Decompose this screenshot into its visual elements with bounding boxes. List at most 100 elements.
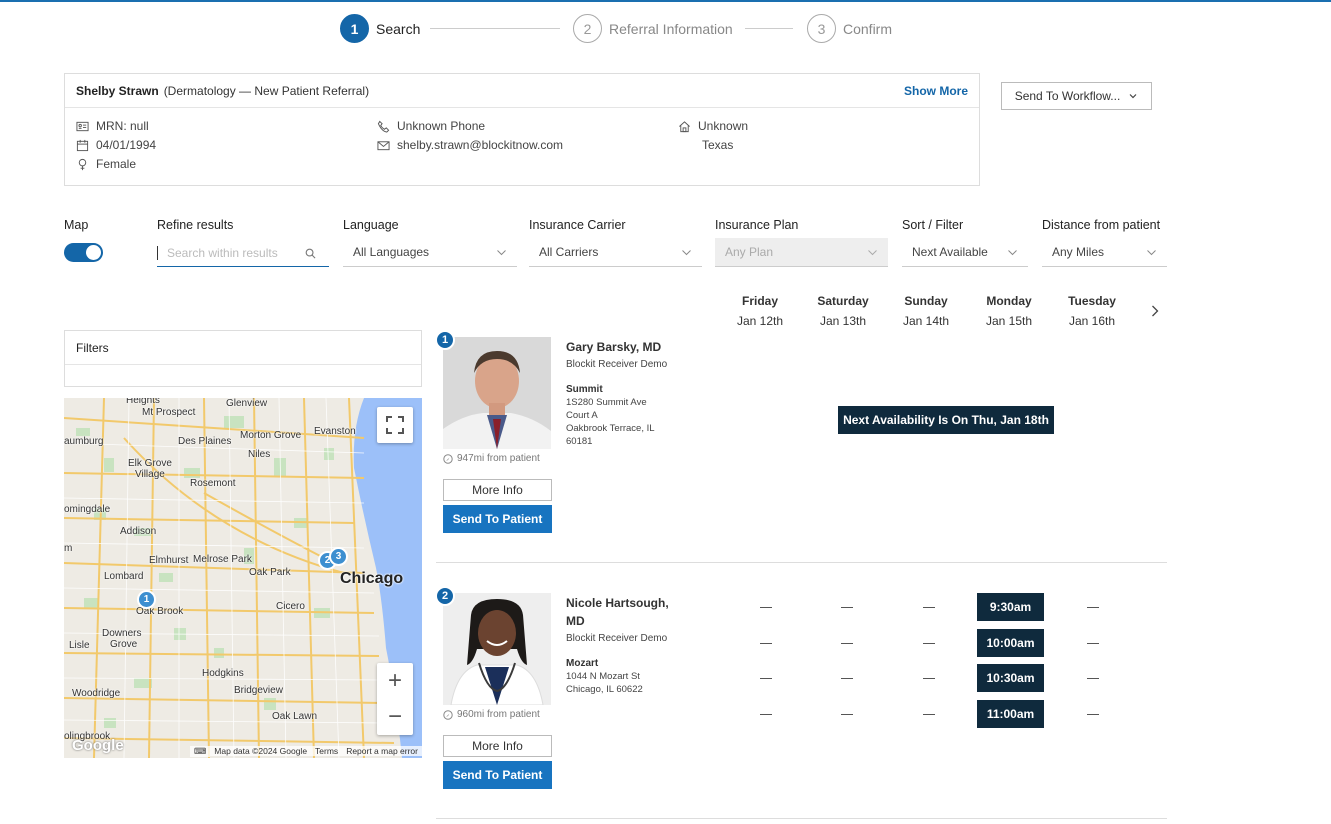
provider-address: 1S280 Summit Ave Court A Oakbrook Terrac… xyxy=(566,396,691,448)
next-availability-button[interactable]: Next Availability Is On Thu, Jan 18th xyxy=(838,406,1054,434)
send-to-workflow-dropdown[interactable]: Send To Workflow... xyxy=(1001,82,1152,110)
filters-title[interactable]: Filters xyxy=(65,331,421,365)
day-date: Jan 16th xyxy=(1068,314,1116,328)
report-map-error-link[interactable]: Report a map error xyxy=(342,746,422,756)
carrier-value: All Carriers xyxy=(539,245,599,259)
language-label: Language xyxy=(343,218,399,232)
time-slot-button[interactable]: 10:30am xyxy=(977,664,1044,692)
day-date: Jan 14th xyxy=(902,314,950,328)
language-select[interactable]: All Languages xyxy=(343,238,517,267)
step-label: Confirm xyxy=(843,20,893,37)
phone-value: Unknown Phone xyxy=(397,119,486,133)
map-data-text: Map data ©2024 Google xyxy=(210,746,312,756)
sort-filter-select[interactable]: Next Available xyxy=(902,238,1028,267)
step-connector xyxy=(430,28,560,29)
step-label: Search xyxy=(376,20,421,37)
insurance-plan-select: Any Plan xyxy=(715,238,888,267)
more-info-button[interactable]: More Info xyxy=(443,735,552,757)
terms-link[interactable]: Terms xyxy=(311,746,343,756)
no-slot-dash xyxy=(841,714,853,715)
provider-name[interactable]: Nicole Hartsough, MD xyxy=(566,594,691,630)
distance-text: 960mi from patient xyxy=(457,709,540,720)
distance-text: 947mi from patient xyxy=(457,453,540,464)
step-confirm[interactable]: 3 Confirm xyxy=(807,14,892,43)
filters-panel: Filters xyxy=(64,330,422,387)
patient-mrn: MRN: null xyxy=(75,119,149,133)
search-icon[interactable] xyxy=(305,248,316,259)
day-date: Jan 12th xyxy=(736,314,784,328)
step-number: 3 xyxy=(807,14,836,43)
day-date: Jan 15th xyxy=(985,314,1033,328)
map-label-chicago: Chicago xyxy=(340,570,404,587)
provider-location: Summit xyxy=(566,384,603,395)
workflow-label: Send To Workflow... xyxy=(1014,89,1121,103)
provider-info: Nicole Hartsough, MD Blockit Receiver De… xyxy=(566,594,691,696)
send-to-patient-button[interactable]: Send To Patient xyxy=(443,505,552,533)
day-name: Saturday xyxy=(817,294,869,308)
map-label: Bridgeview xyxy=(234,685,283,696)
insurance-plan-label: Insurance Plan xyxy=(715,218,799,232)
provider-location: Mozart xyxy=(566,658,599,669)
map-label: Cicero xyxy=(276,601,305,612)
time-slot-button[interactable]: 11:00am xyxy=(977,700,1044,728)
gender-value: Female xyxy=(96,157,137,171)
chevron-down-icon xyxy=(1129,94,1137,99)
provider-name[interactable]: Gary Barsky, MD xyxy=(566,338,691,356)
map-marker[interactable]: 1 xyxy=(137,590,156,609)
zoom-in-button[interactable]: + xyxy=(377,663,413,699)
mail-icon xyxy=(376,138,390,152)
patient-phone: Unknown Phone xyxy=(376,119,485,133)
insurance-carrier-label: Insurance Carrier xyxy=(529,218,626,232)
send-to-patient-button[interactable]: Send To Patient xyxy=(443,761,552,789)
no-slot-dash xyxy=(1087,607,1099,608)
female-icon xyxy=(75,157,89,171)
chevron-right-icon[interactable] xyxy=(1148,304,1162,318)
patient-email: shelby.strawn@blockitnow.com xyxy=(376,138,563,152)
distance-label: Distance from patient xyxy=(1042,218,1161,232)
provider-card: 1 947mi from patient More Info Send To P… xyxy=(435,330,1167,560)
time-slot-button[interactable]: 10:00am xyxy=(977,629,1044,657)
time-slot-button[interactable]: 9:30am xyxy=(977,593,1044,621)
provider-address: 1044 N Mozart St Chicago, IL 60622 xyxy=(566,670,691,696)
sort-filter-label: Sort / Filter xyxy=(902,218,964,232)
divider xyxy=(436,818,1167,819)
more-info-button[interactable]: More Info xyxy=(443,479,552,501)
search-input[interactable] xyxy=(157,246,297,260)
step-connector xyxy=(745,28,793,29)
chevron-down-icon xyxy=(682,249,691,255)
chevron-down-icon xyxy=(1008,249,1017,255)
show-more-link[interactable]: Show More xyxy=(904,84,968,98)
provider-photo xyxy=(443,593,551,705)
map-toggle[interactable] xyxy=(64,243,103,262)
day-header: Friday Jan 12th xyxy=(720,294,800,328)
mrn-value: MRN: null xyxy=(96,119,149,133)
map-label: Elmhurst xyxy=(149,555,189,566)
provider-number-badge: 2 xyxy=(435,586,455,606)
referral-type: (Dermatology — New Patient Referral) xyxy=(163,83,370,98)
insurance-carrier-select[interactable]: All Carriers xyxy=(529,238,702,267)
chevron-down-icon xyxy=(497,249,506,255)
step-label: Referral Information xyxy=(609,20,733,37)
map-label: aumburg xyxy=(64,436,104,447)
provider-organization: Blockit Receiver Demo xyxy=(566,359,668,370)
step-search[interactable]: 1 Search xyxy=(340,14,420,43)
dob-value: 04/01/1994 xyxy=(96,138,157,152)
keyboard-icon[interactable]: ⌨ xyxy=(190,745,211,757)
map-label: Morton Grove xyxy=(240,430,302,441)
fullscreen-icon xyxy=(386,416,404,434)
distance-select[interactable]: Any Miles xyxy=(1042,238,1167,267)
no-slot-dash xyxy=(923,714,935,715)
fullscreen-button[interactable] xyxy=(377,407,413,443)
day-name: Monday xyxy=(986,294,1032,308)
no-slot-dash xyxy=(923,607,935,608)
zoom-out-button[interactable]: − xyxy=(377,699,413,735)
no-slot-dash xyxy=(760,643,772,644)
step-referral-information[interactable]: 2 Referral Information xyxy=(573,14,733,43)
day-name: Tuesday xyxy=(1068,294,1116,308)
map-label: Glenview xyxy=(226,398,268,409)
no-slot-dash xyxy=(923,643,935,644)
map[interactable]: Heights Mt Prospect Glenview aumburg Des… xyxy=(64,398,422,758)
address-line: Oakbrook Terrace, IL xyxy=(566,423,655,434)
map-marker[interactable]: 3 xyxy=(329,547,348,566)
sort-value: Next Available xyxy=(912,245,988,259)
